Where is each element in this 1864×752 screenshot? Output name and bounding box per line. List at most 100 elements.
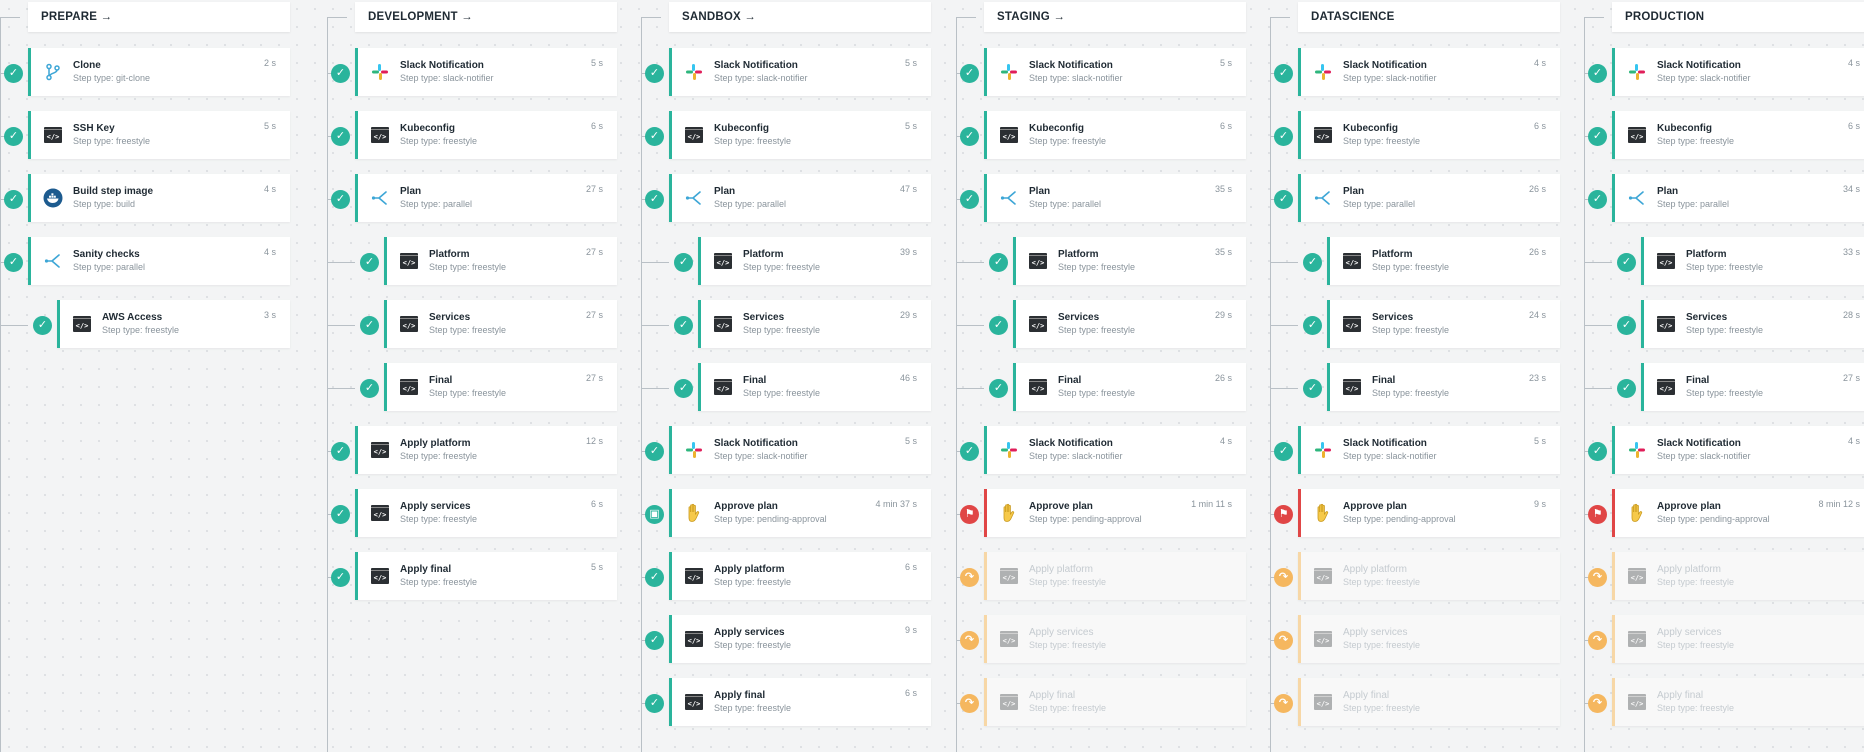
- step-card[interactable]: </> SSH Key Step type: freestyle 5 s: [28, 111, 290, 159]
- step-row[interactable]: ✓ </> Apply final Step type: freestyle 6 s: [641, 676, 941, 726]
- step-card[interactable]: Plan Step type: parallel 47 s: [669, 174, 931, 222]
- step-row[interactable]: ✓ Plan Step type: parallel 34 s: [1584, 172, 1864, 222]
- step-row[interactable]: ✓ </> Apply final Step type: freestyle 5 s: [327, 550, 627, 600]
- step-card[interactable]: Slack Notification Step type: slack-notif…: [355, 48, 617, 96]
- stage-header[interactable]: DEVELOPMENT →: [355, 2, 617, 32]
- step-card[interactable]: </> Apply platform Step type: freestyle: [1612, 552, 1864, 600]
- stage-header[interactable]: STAGING →: [984, 2, 1246, 32]
- step-row[interactable]: ⚑ Approve plan Step type: pending-approval…: [1584, 487, 1864, 537]
- step-card[interactable]: </> Apply services Step type: freestyle 6 s: [355, 489, 617, 537]
- step-row[interactable]: ✓ Sanity checks Step type: parallel 4 s: [0, 235, 300, 285]
- step-card[interactable]: </> Apply platform Step type: freestyle 6 s: [669, 552, 931, 600]
- step-row[interactable]: ✓ Slack Notification Step type: slack-noti…: [1270, 424, 1570, 474]
- step-row[interactable]: ✓ </> Platform Step type: freestyle 27 s: [327, 235, 627, 285]
- step-row[interactable]: ✓ Slack Notification Step type: slack-noti…: [1270, 46, 1570, 96]
- step-card[interactable]: Plan Step type: parallel 35 s: [984, 174, 1246, 222]
- step-row[interactable]: ✓ Plan Step type: parallel 47 s: [641, 172, 941, 222]
- stage-header[interactable]: SANDBOX →: [669, 2, 931, 32]
- step-card[interactable]: Slack Notification Step type: slack-notif…: [669, 426, 931, 474]
- step-row[interactable]: ✓ </> Kubeconfig Step type: freestyle 6 s: [327, 109, 627, 159]
- step-card[interactable]: </> Apply platform Step type: freestyle: [1298, 552, 1560, 600]
- step-row[interactable]: ✓ </> SSH Key Step type: freestyle 5 s: [0, 109, 300, 159]
- step-row[interactable]: ✓ </> Platform Step type: freestyle 33 s: [1584, 235, 1864, 285]
- step-card[interactable]: </> Apply final Step type: freestyle: [1612, 678, 1864, 726]
- step-row[interactable]: ✓ </> Services Step type: freestyle 27 s: [327, 298, 627, 348]
- step-row[interactable]: ✓ </> Apply services Step type: freestyle 6 …: [327, 487, 627, 537]
- step-row[interactable]: ↷ </> Apply platform Step type: freestyle: [1584, 550, 1864, 600]
- step-row[interactable]: ✓ </> Apply platform Step type: freestyle 6 …: [641, 550, 941, 600]
- step-card[interactable]: </> Final Step type: freestyle 46 s: [698, 363, 931, 411]
- step-card[interactable]: </> Apply platform Step type: freestyle 12 …: [355, 426, 617, 474]
- step-row[interactable]: ✓ </> AWS Access Step type: freestyle 3 s: [0, 298, 300, 348]
- step-row[interactable]: ↷ </> Apply final Step type: freestyle: [1584, 676, 1864, 726]
- step-row[interactable]: ✓ Slack Notification Step type: slack-noti…: [956, 46, 1256, 96]
- step-card[interactable]: Clone Step type: git-clone 2 s: [28, 48, 290, 96]
- step-row[interactable]: ✓ </> Apply platform Step type: freestyle 12…: [327, 424, 627, 474]
- step-row[interactable]: ✓ </> Kubeconfig Step type: freestyle 6 s: [956, 109, 1256, 159]
- step-card[interactable]: </> Apply services Step type: freestyle: [1612, 615, 1864, 663]
- step-row[interactable]: ✓ </> Services Step type: freestyle 29 s: [641, 298, 941, 348]
- step-card[interactable]: </> Apply final Step type: freestyle: [984, 678, 1246, 726]
- step-row[interactable]: ⚑ Approve plan Step type: pending-approval…: [1270, 487, 1570, 537]
- step-row[interactable]: ✓ Slack Notification Step type: slack-noti…: [956, 424, 1256, 474]
- step-row[interactable]: ⚑ Approve plan Step type: pending-approval…: [956, 487, 1256, 537]
- step-card[interactable]: </> Apply services Step type: freestyle: [1298, 615, 1560, 663]
- step-card[interactable]: </> Platform Step type: freestyle 27 s: [384, 237, 617, 285]
- step-card[interactable]: </> Apply final Step type: freestyle 5 s: [355, 552, 617, 600]
- step-row[interactable]: ✓ Slack Notification Step type: slack-noti…: [1584, 424, 1864, 474]
- step-row[interactable]: ✓ </> Apply services Step type: freestyle 9 …: [641, 613, 941, 663]
- step-row[interactable]: ↷ </> Apply platform Step type: freestyle: [956, 550, 1256, 600]
- step-card[interactable]: </> Final Step type: freestyle 23 s: [1327, 363, 1560, 411]
- step-card[interactable]: </> Kubeconfig Step type: freestyle 6 s: [1298, 111, 1560, 159]
- step-row[interactable]: ✓ Clone Step type: git-clone 2 s: [0, 46, 300, 96]
- step-row[interactable]: ✓ Slack Notification Step type: slack-noti…: [1584, 46, 1864, 96]
- step-card[interactable]: </> AWS Access Step type: freestyle 3 s: [57, 300, 290, 348]
- step-card[interactable]: Approve plan Step type: pending-approval 4…: [669, 489, 931, 537]
- step-row[interactable]: ↷ </> Apply platform Step type: freestyle: [1270, 550, 1570, 600]
- step-card[interactable]: </> Kubeconfig Step type: freestyle 5 s: [669, 111, 931, 159]
- step-card[interactable]: Slack Notification Step type: slack-notif…: [984, 426, 1246, 474]
- step-row[interactable]: ✓ </> Platform Step type: freestyle 39 s: [641, 235, 941, 285]
- step-card[interactable]: </> Final Step type: freestyle 27 s: [384, 363, 617, 411]
- step-card[interactable]: Approve plan Step type: pending-approval 8…: [1612, 489, 1864, 537]
- step-card[interactable]: </> Final Step type: freestyle 26 s: [1013, 363, 1246, 411]
- step-row[interactable]: ✓ </> Final Step type: freestyle 26 s: [956, 361, 1256, 411]
- step-row[interactable]: ✓ Slack Notification Step type: slack-noti…: [641, 46, 941, 96]
- step-row[interactable]: ✓ Slack Notification Step type: slack-noti…: [327, 46, 627, 96]
- step-row[interactable]: ✓ Build step image Step type: build 4 s: [0, 172, 300, 222]
- step-card[interactable]: Plan Step type: parallel 27 s: [355, 174, 617, 222]
- step-row[interactable]: ✓ </> Platform Step type: freestyle 26 s: [1270, 235, 1570, 285]
- step-card[interactable]: </> Kubeconfig Step type: freestyle 6 s: [1612, 111, 1864, 159]
- step-card[interactable]: Slack Notification Step type: slack-notif…: [1612, 426, 1864, 474]
- step-card[interactable]: </> Platform Step type: freestyle 39 s: [698, 237, 931, 285]
- step-card[interactable]: </> Services Step type: freestyle 28 s: [1641, 300, 1864, 348]
- step-card[interactable]: </> Apply platform Step type: freestyle: [984, 552, 1246, 600]
- step-row[interactable]: ↷ </> Apply services Step type: freestyle: [1584, 613, 1864, 663]
- step-card[interactable]: </> Services Step type: freestyle 27 s: [384, 300, 617, 348]
- step-row[interactable]: ✓ </> Services Step type: freestyle 28 s: [1584, 298, 1864, 348]
- step-card[interactable]: Build step image Step type: build 4 s: [28, 174, 290, 222]
- step-card[interactable]: </> Kubeconfig Step type: freestyle 6 s: [984, 111, 1246, 159]
- step-card[interactable]: Slack Notification Step type: slack-notif…: [1298, 48, 1560, 96]
- step-row[interactable]: ✓ Slack Notification Step type: slack-noti…: [641, 424, 941, 474]
- step-row[interactable]: ✓ Plan Step type: parallel 35 s: [956, 172, 1256, 222]
- step-card[interactable]: </> Apply services Step type: freestyle 9 s: [669, 615, 931, 663]
- step-card[interactable]: Plan Step type: parallel 34 s: [1612, 174, 1864, 222]
- step-card[interactable]: Sanity checks Step type: parallel 4 s: [28, 237, 290, 285]
- step-card[interactable]: </> Services Step type: freestyle 24 s: [1327, 300, 1560, 348]
- step-row[interactable]: ✓ </> Final Step type: freestyle 27 s: [327, 361, 627, 411]
- step-card[interactable]: Slack Notification Step type: slack-notif…: [1298, 426, 1560, 474]
- step-row[interactable]: ✓ </> Final Step type: freestyle 46 s: [641, 361, 941, 411]
- step-row[interactable]: ✓ </> Kubeconfig Step type: freestyle 5 s: [641, 109, 941, 159]
- step-card[interactable]: </> Services Step type: freestyle 29 s: [1013, 300, 1246, 348]
- step-card[interactable]: </> Final Step type: freestyle 27 s: [1641, 363, 1864, 411]
- step-card[interactable]: </> Platform Step type: freestyle 26 s: [1327, 237, 1560, 285]
- step-row[interactable]: ✓ Plan Step type: parallel 27 s: [327, 172, 627, 222]
- step-row[interactable]: ✓ </> Kubeconfig Step type: freestyle 6 s: [1270, 109, 1570, 159]
- step-card[interactable]: </> Platform Step type: freestyle 35 s: [1013, 237, 1246, 285]
- step-card[interactable]: </> Apply services Step type: freestyle: [984, 615, 1246, 663]
- step-row[interactable]: ✓ </> Final Step type: freestyle 27 s: [1584, 361, 1864, 411]
- step-row[interactable]: ✓ </> Final Step type: freestyle 23 s: [1270, 361, 1570, 411]
- step-card[interactable]: </> Services Step type: freestyle 29 s: [698, 300, 931, 348]
- step-row[interactable]: ✓ Plan Step type: parallel 26 s: [1270, 172, 1570, 222]
